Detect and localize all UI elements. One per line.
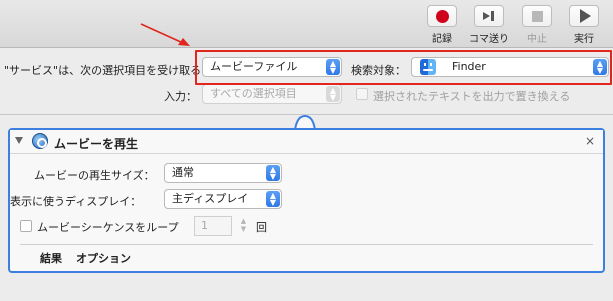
size-label: ムービーの再生サイズ： bbox=[34, 169, 155, 182]
size-popup[interactable]: 通常 ▲ ▼ bbox=[164, 163, 282, 183]
chevron-updown-icon: ▲ ▼ bbox=[266, 165, 280, 181]
action-header: ムービーを再生 × bbox=[10, 130, 603, 154]
loop-stepper-icon[interactable]: ▲ ▼ bbox=[239, 217, 248, 235]
tab-options[interactable]: オプション bbox=[76, 250, 131, 266]
quicktime-icon bbox=[32, 133, 48, 149]
loop-unit: 回 bbox=[256, 221, 267, 234]
tab-results[interactable]: 結果 bbox=[40, 250, 62, 266]
bottom-shelf bbox=[0, 284, 613, 301]
disclosure-triangle-icon[interactable] bbox=[15, 137, 23, 144]
display-label: 表示に使うディスプレイ： bbox=[10, 195, 142, 208]
loop-label: ムービーシーケンスをループ bbox=[37, 221, 179, 234]
action-panel: ムービーを再生 × ムービーの再生サイズ： 通常 ▲ ▼ 表示に使うディスプレイ：… bbox=[8, 128, 605, 273]
display-popup[interactable]: 主ディスプレイ ▲ ▼ bbox=[164, 189, 282, 209]
close-icon[interactable]: × bbox=[585, 134, 595, 148]
display-value: 主ディスプレイ bbox=[172, 192, 249, 205]
size-value: 通常 bbox=[172, 166, 194, 179]
footer-divider bbox=[20, 244, 593, 245]
chevron-updown-icon: ▲ ▼ bbox=[266, 191, 280, 207]
loop-checkbox[interactable] bbox=[20, 220, 32, 232]
loop-count-field[interactable]: 1 bbox=[194, 216, 232, 236]
action-title: ムービーを再生 bbox=[54, 137, 139, 151]
